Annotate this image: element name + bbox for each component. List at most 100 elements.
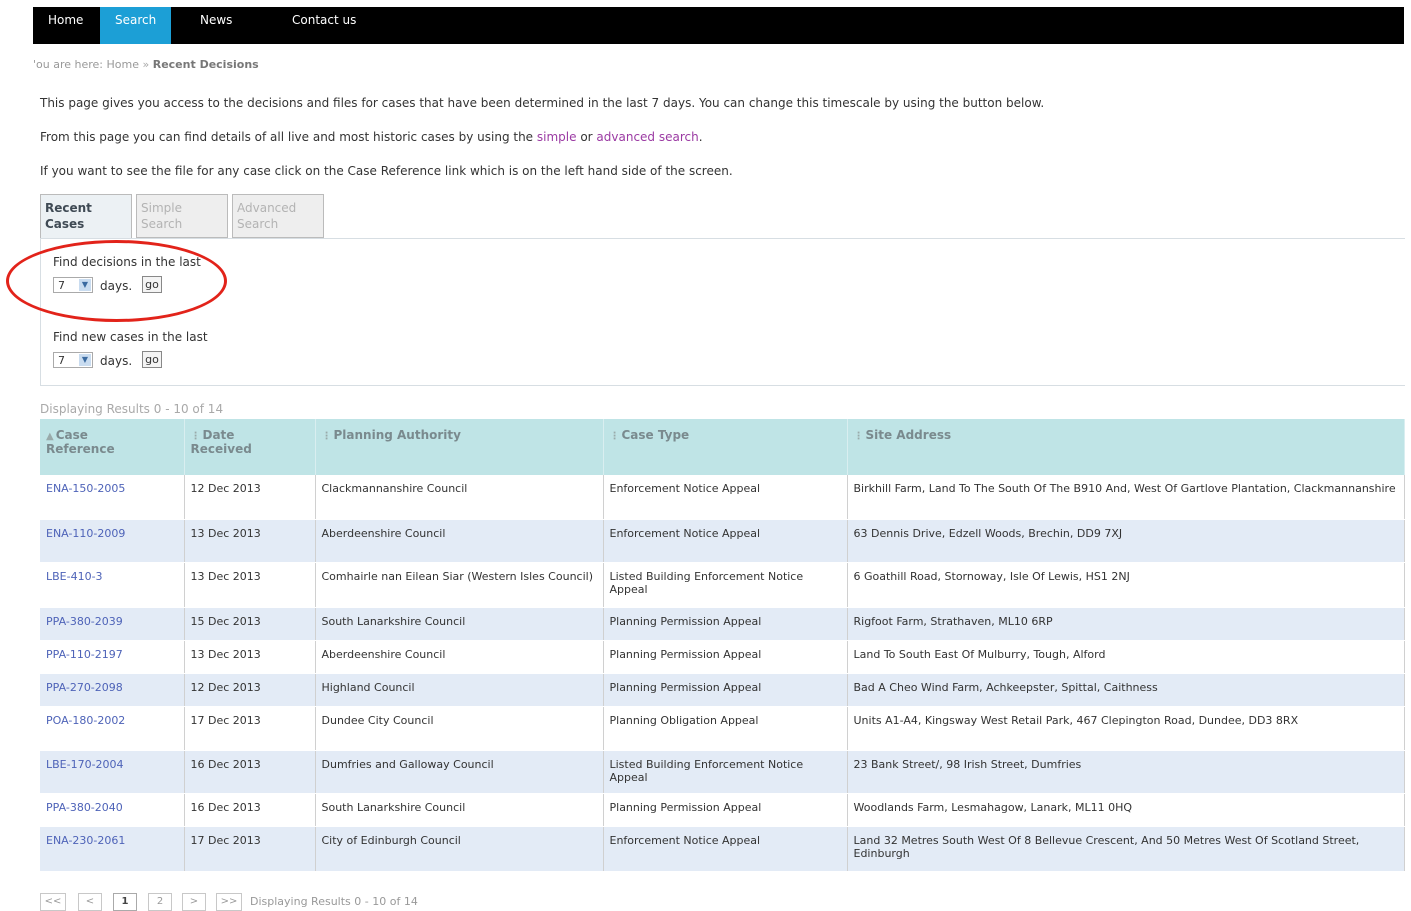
case-reference-link[interactable]: PPA-380-2040 (40, 793, 185, 827)
tab-simple-search-line1: Simple (141, 201, 182, 215)
decisions-label: Find decisions in the last (53, 255, 201, 269)
tab-recent-cases-line1: Recent (45, 201, 92, 215)
site-address: 6 Goathill Road, Stornoway, Isle Of Lewi… (847, 562, 1405, 608)
pager-prev-button[interactable]: < (78, 893, 102, 911)
pager-page-1[interactable]: 1 (113, 893, 137, 911)
case-reference-link[interactable]: POA-180-2002 (40, 706, 185, 751)
simple-search-link[interactable]: simple (537, 130, 577, 144)
breadcrumb-prefix: 'ou are here: (33, 58, 104, 71)
case-type: Listed Building Enforcement Notice Appea… (603, 750, 848, 794)
planning-authority: Clackmannanshire Council (315, 475, 604, 520)
site-address: Land 32 Metres South West Of 8 Bellevue … (847, 826, 1405, 872)
sort-icon: ⋮ (321, 431, 332, 442)
case-type: Planning Permission Appeal (603, 640, 848, 674)
col-date-received[interactable]: ⋮ Date Received (184, 419, 316, 475)
results-count: Displaying Results 0 - 10 of 14 (40, 402, 224, 416)
case-reference-link[interactable]: PPA-270-2098 (40, 673, 185, 707)
chevron-down-icon: ▼ (79, 279, 91, 291)
new-cases-days-label: days. (100, 354, 133, 368)
case-reference-link[interactable]: ENA-150-2005 (40, 475, 185, 520)
chevron-down-icon: ▼ (79, 354, 91, 366)
intro-line-3: If you want to see the file for any case… (40, 164, 733, 178)
sort-asc-icon: ▲ (46, 431, 54, 442)
tab-recent-cases[interactable]: Recent Cases (40, 194, 132, 240)
table-row: PPA-270-2098 12 Dec 2013 Highland Counci… (40, 673, 1405, 707)
planning-authority: Dumfries and Galloway Council (315, 750, 604, 794)
date-received: 17 Dec 2013 (184, 706, 316, 751)
site-address: Birkhill Farm, Land To The South Of The … (847, 475, 1405, 520)
case-reference-link[interactable]: PPA-380-2039 (40, 607, 185, 641)
site-address: Woodlands Farm, Lesmahagow, Lanark, ML11… (847, 793, 1405, 827)
site-address: 23 Bank Street/, 98 Irish Street, Dumfri… (847, 750, 1405, 794)
sort-icon: ⋮ (853, 431, 864, 442)
planning-authority: Dundee City Council (315, 706, 604, 751)
filter-panel (40, 238, 1405, 386)
col-header-label: Site Address (865, 428, 952, 442)
case-reference-link[interactable]: ENA-110-2009 (40, 519, 185, 563)
case-type: Enforcement Notice Appeal (603, 519, 848, 563)
planning-authority: South Lanarkshire Council (315, 793, 604, 827)
advanced-search-link[interactable]: advanced search (596, 130, 698, 144)
case-type: Listed Building Enforcement Notice Appea… (603, 562, 848, 608)
table-header-row: ▲ Case Reference ⋮ Date Received ⋮ Planning A… (40, 419, 1405, 475)
col-site-address[interactable]: ⋮ Site Address (847, 419, 1405, 475)
case-reference-link[interactable]: PPA-110-2197 (40, 640, 185, 674)
pager-next-button[interactable]: > (182, 893, 206, 911)
tab-advanced-search-line2: Search (237, 217, 279, 231)
pager-last-button[interactable]: >> (216, 893, 242, 911)
tab-recent-cases-line2: Cases (45, 217, 85, 231)
pager-results-text: Displaying Results 0 - 10 of 14 (250, 895, 418, 908)
date-received: 16 Dec 2013 (184, 750, 316, 794)
case-type: Planning Permission Appeal (603, 673, 848, 707)
nav-search[interactable]: Search (100, 7, 172, 44)
col-case-reference[interactable]: ▲ Case Reference (40, 419, 185, 475)
col-header-label: Date (202, 428, 235, 442)
date-received: 17 Dec 2013 (184, 826, 316, 872)
date-received: 13 Dec 2013 (184, 640, 316, 674)
tab-advanced-search-line1: Advanced (237, 201, 297, 215)
table-row: PPA-110-2197 13 Dec 2013 Aberdeenshire C… (40, 640, 1405, 674)
intro-line-2-mid: or (576, 130, 597, 144)
sort-icon: ⋮ (609, 431, 620, 442)
case-reference-link[interactable]: LBE-410-3 (40, 562, 185, 608)
planning-authority: Aberdeenshire Council (315, 519, 604, 563)
results-table: ▲ Case Reference ⋮ Date Received ⋮ Planning A… (40, 419, 1405, 872)
table-row: LBE-170-2004 16 Dec 2013 Dumfries and Ga… (40, 750, 1405, 794)
site-address: 63 Dennis Drive, Edzell Woods, Brechin, … (847, 519, 1405, 563)
new-cases-label: Find new cases in the last (53, 330, 208, 344)
new-cases-days-select[interactable]: 7 ▼ (53, 352, 93, 368)
planning-authority: Comhairle nan Eilean Siar (Western Isles… (315, 562, 604, 608)
date-received: 15 Dec 2013 (184, 607, 316, 641)
col-header-label: Case (55, 428, 88, 442)
top-nav: Home Search News Contact us (33, 7, 1404, 44)
nav-news[interactable]: News (185, 7, 247, 44)
breadcrumb: 'ou are here: Home » Recent Decisions (33, 58, 259, 71)
col-planning-authority[interactable]: ⋮ Planning Authority (315, 419, 604, 475)
intro-line-2-post: . (698, 130, 703, 144)
col-header-label: Case Type (621, 428, 690, 442)
decisions-days-label: days. (100, 279, 133, 293)
table-row: PPA-380-2040 16 Dec 2013 South Lanarkshi… (40, 793, 1405, 827)
site-address: Land To South East Of Mulburry, Tough, A… (847, 640, 1405, 674)
case-reference-link[interactable]: ENA-230-2061 (40, 826, 185, 872)
site-address: Bad A Cheo Wind Farm, Achkeepster, Spitt… (847, 673, 1405, 707)
planning-authority: Highland Council (315, 673, 604, 707)
nav-home[interactable]: Home (33, 7, 98, 44)
pager-page-2[interactable]: 2 (148, 893, 172, 911)
case-reference-link[interactable]: LBE-170-2004 (40, 750, 185, 794)
pager-first-button[interactable]: << (40, 893, 66, 911)
date-received: 13 Dec 2013 (184, 562, 316, 608)
tab-advanced-search[interactable]: Advanced Search (232, 194, 324, 238)
decisions-days-select[interactable]: 7 ▼ (53, 277, 93, 293)
table-row: ENA-230-2061 17 Dec 2013 City of Edinbur… (40, 826, 1405, 872)
decisions-go-button[interactable]: go (142, 276, 162, 293)
breadcrumb-home[interactable]: Home (107, 58, 139, 71)
case-type: Enforcement Notice Appeal (603, 475, 848, 520)
col-case-type[interactable]: ⋮ Case Type (603, 419, 848, 475)
new-cases-go-button[interactable]: go (142, 351, 162, 368)
case-type: Planning Obligation Appeal (603, 706, 848, 751)
table-row: PPA-380-2039 15 Dec 2013 South Lanarkshi… (40, 607, 1405, 641)
decisions-days-value: 7 (58, 279, 65, 292)
nav-contact-us[interactable]: Contact us (277, 7, 371, 44)
tab-simple-search[interactable]: Simple Search (136, 194, 228, 238)
